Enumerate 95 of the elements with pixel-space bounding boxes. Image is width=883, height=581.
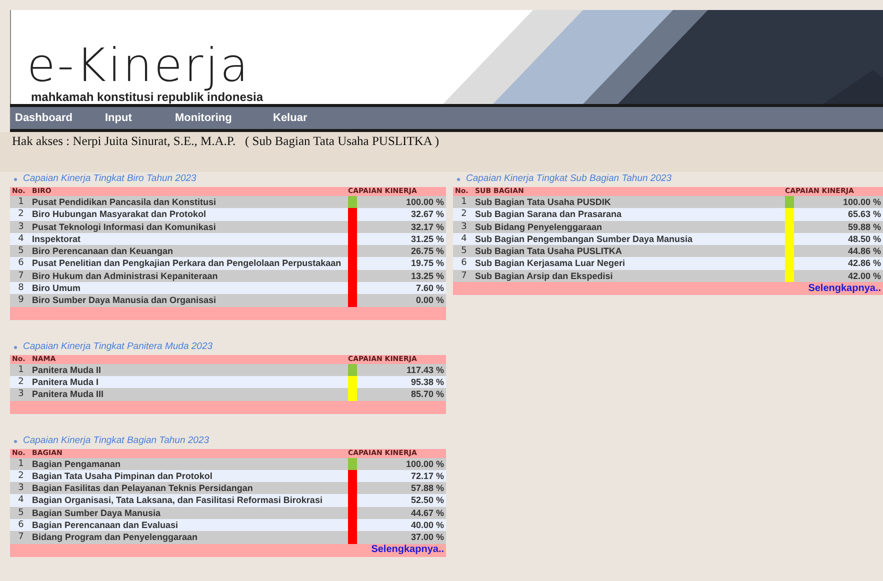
- table-cell-text: 9: [17, 294, 25, 307]
- table-cell-text: 19.75 %: [410, 257, 445, 270]
- table-cell-text: Sub Bagian Pengembangan Sumber Daya Manusia: [475, 232, 694, 246]
- table-cell-text: 2: [17, 208, 25, 221]
- table-cell-text: Pusat Teknologi Informasi dan Komunikasi: [32, 220, 217, 233]
- table-cell-text: Panitera Muda III: [32, 388, 105, 401]
- table-cell-text: 32.67 %: [410, 208, 445, 221]
- table-cell-text: 4: [460, 232, 468, 246]
- table-cell-text: 5: [17, 245, 25, 258]
- table-cell-text: 65.63 %: [846, 208, 882, 221]
- table-cell-text: 7.60 %: [414, 282, 445, 294]
- table-cell-text: 4: [17, 232, 25, 246]
- table-cell-text: 1: [17, 196, 25, 208]
- more-link[interactable]: Selengkapnya..: [371, 544, 444, 556]
- table-cell-text: 3: [460, 220, 468, 233]
- nav-link[interactable]: Monitoring: [170, 110, 268, 126]
- section-title: Capaian Kinerja Tingkat Biro Tahun 2023: [23, 172, 196, 186]
- table-cell-text: 6: [17, 519, 25, 532]
- table-cell-text: 57.88 %: [410, 482, 445, 494]
- table-cell-text: 5: [460, 245, 468, 258]
- nav-link[interactable]: Input: [100, 110, 170, 126]
- site-logo: e-Kinerja: [27, 40, 252, 90]
- table-cell-text: 42.00 %: [846, 270, 882, 282]
- site-subtitle: mahkamah konstitusi republik indonesia: [31, 90, 264, 104]
- table-cell-text: Bagian Fasilitas dan Pelayanan Teknis Persidangan: [32, 482, 254, 494]
- table-cell-text: Sub Bagian Kerjasama Luar Negeri: [475, 257, 626, 270]
- bullet-icon: [14, 440, 17, 443]
- table-cell-text: Biro Sumber Daya Manusia dan Organisasi: [32, 294, 218, 307]
- table-cell-text: 6: [460, 257, 468, 270]
- table-cell-text: 2: [17, 376, 25, 388]
- table-cell-text: Biro Hubungan Masyarakat dan Protokol: [32, 208, 208, 221]
- table-cell-text: Biro Umum: [32, 282, 82, 294]
- table-cell-text: Pusat Penelitian dan Pengkajian Perkara dan Pengelolaan Perpustakaan: [32, 257, 342, 270]
- bullet-icon: [457, 178, 460, 181]
- table-cell-text: Sub Bagian Arsip dan Ekspedisi: [475, 270, 614, 282]
- table-cell-text: 2: [460, 208, 468, 221]
- table-cell-text: 7: [460, 270, 468, 282]
- table-cell-text: 4: [17, 494, 25, 507]
- table-cell-text: Pusat Pendidikan Pancasila dan Konstitusi: [32, 196, 218, 208]
- table-cell-text: 100.00 %: [404, 458, 445, 470]
- table-cell-text: Biro Hukum dan Administrasi Kepaniteraan: [32, 270, 219, 282]
- access-info: Hak akses : Nerpi Juita Sinurat, S.E., M.A.P. ( Sub Bagian Tata Usaha PUSLITKA ): [12, 133, 440, 150]
- table-cell-text: 2: [17, 470, 25, 482]
- section-title: Capaian Kinerja Tingkat Panitera Muda 2023: [23, 340, 213, 354]
- table-cell-text: 3: [17, 220, 25, 233]
- table-cell-text: 44.86 %: [846, 245, 882, 258]
- table-cell-text: 3: [17, 388, 25, 401]
- table-cell-text: 8: [17, 282, 25, 294]
- table-cell-text: 1: [17, 364, 25, 376]
- table-cell-text: Sub Bagian Tata Usaha PUSLITKA: [475, 245, 623, 258]
- table-cell-text: 100.00 %: [842, 196, 882, 208]
- table-cell-text: 31.25 %: [410, 232, 445, 246]
- bullet-icon: [14, 346, 17, 349]
- table-cell-text: 37.00 %: [410, 531, 445, 544]
- table-cell-text: Bagian Pengamanan: [32, 458, 122, 470]
- table-cell-text: 42.86 %: [846, 257, 882, 270]
- table-cell-text: 3: [17, 482, 25, 494]
- table-cell-text: Sub Bagian Sarana dan Prasarana: [475, 208, 623, 221]
- table-cell-text: 40.00 %: [410, 519, 445, 532]
- table-cell-text: 95.38 %: [410, 376, 445, 388]
- table-cell-text: 72.17 %: [410, 470, 445, 482]
- section-title: Capaian Kinerja Tingkat Bagian Tahun 2023: [23, 434, 210, 448]
- nav-link[interactable]: Dashboard: [10, 110, 100, 126]
- table-cell-text: 7: [17, 270, 25, 282]
- table-cell-text: Bagian Tata Usaha Pimpinan dan Protokol: [32, 470, 214, 482]
- table-cell-text: 48.50 %: [846, 232, 882, 246]
- table-cell-text: 1: [17, 458, 25, 470]
- table-cell-text: 26.75 %: [410, 245, 445, 258]
- table-cell-text: 13.25 %: [410, 270, 445, 282]
- table-cell-text: 117.43 %: [405, 364, 445, 376]
- table-cell-text: 59.88 %: [846, 220, 882, 233]
- table-cell-text: 52.50 %: [410, 494, 445, 507]
- table-cell-text: Bagian Perencanaan dan Evaluasi: [32, 519, 180, 532]
- table-cell-text: Sub Bidang Penyelenggaraan: [475, 220, 604, 233]
- table-cell-text: Inspektorat: [32, 232, 82, 246]
- table-cell-text: 7: [17, 531, 25, 544]
- table-cell-text: Panitera Muda I: [32, 376, 100, 388]
- table-cell-text: 44.67 %: [410, 506, 445, 520]
- bullet-icon: [14, 178, 17, 181]
- table-cell-text: Bidang Program dan Penyelenggaraan: [32, 531, 199, 544]
- table-cell-text: 1: [460, 196, 468, 208]
- table-cell-text: 100.00 %: [404, 196, 445, 208]
- more-link[interactable]: Selengkapnya..: [808, 282, 881, 295]
- table-cell-text: Bagian Organisasi, Tata Laksana, dan Fasilitasi Reformasi Birokrasi: [32, 494, 324, 507]
- table-cell-text: 32.17 %: [410, 220, 445, 233]
- table-cell-text: Panitera Muda II: [32, 364, 102, 376]
- table-cell-text: Biro Perencanaan dan Keuangan: [32, 245, 174, 258]
- table-cell-text: 85.70 %: [410, 388, 445, 401]
- table-cell-text: 6: [17, 257, 25, 270]
- nav-link[interactable]: Keluar: [268, 110, 348, 126]
- section-title: Capaian Kinerja Tingkat Sub Bagian Tahun 2023: [466, 172, 672, 186]
- table-cell-text: 0.00 %: [414, 294, 445, 307]
- table-cell-text: Bagian Sumber Daya Manusia: [32, 506, 162, 520]
- table-cell-text: Sub Bagian Tata Usaha PUSDIK: [475, 196, 612, 208]
- table-cell-text: 5: [17, 506, 25, 520]
